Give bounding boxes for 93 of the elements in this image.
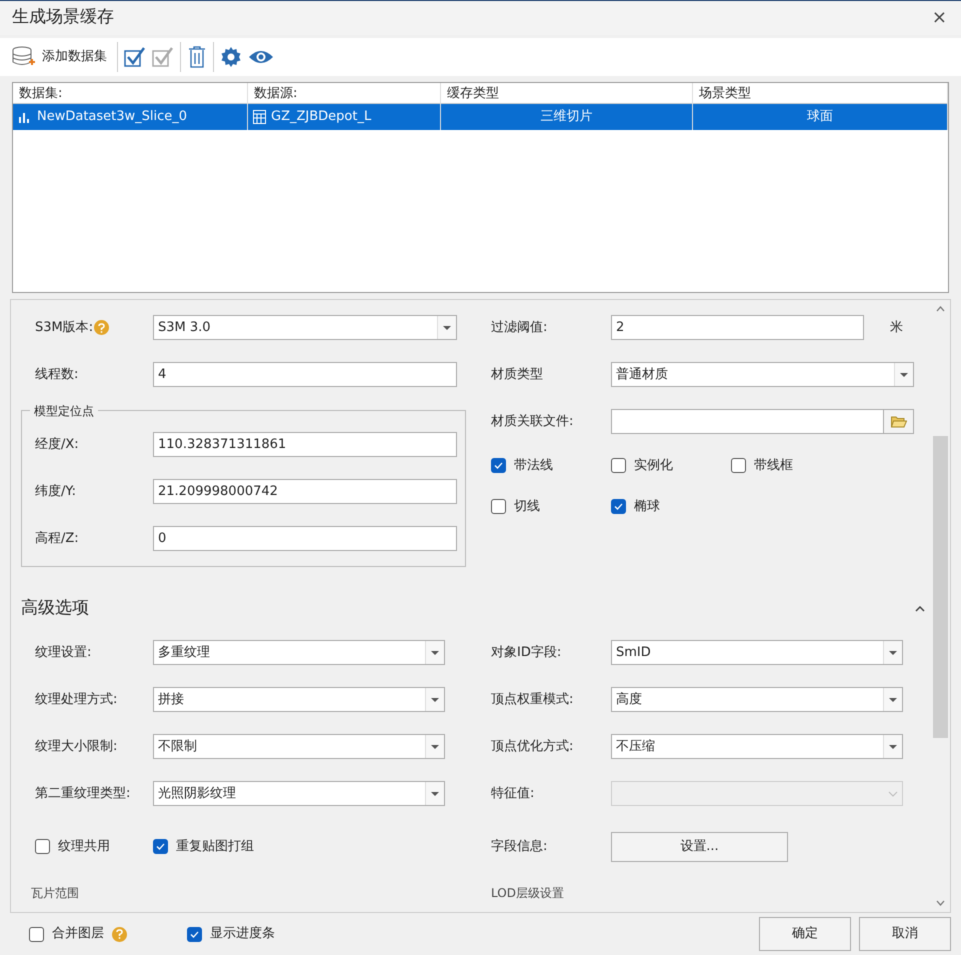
text-field[interactable]: 0 [153,526,457,551]
checkbox-label: 带法线 [514,456,553,475]
settings-button[interactable]: 设置... [611,832,788,862]
chevron-up-icon[interactable] [915,606,925,612]
checkbox[interactable] [611,458,626,473]
checkbox-label: 实例化 [634,456,673,475]
field-label: 过滤阈值: [491,318,548,337]
table-cell-text: GZ_ZJBDepot_L [271,108,372,126]
checkbox[interactable] [611,499,626,514]
field-label: 对象ID字段: [491,644,562,662]
select-all-icon[interactable] [124,46,146,68]
ok-button[interactable]: 确定 [759,917,851,951]
table-cell-text: NewDataset3w_Slice_0 [37,108,188,126]
caret-down-icon [900,372,908,376]
eye-icon[interactable] [248,49,274,65]
checkbox[interactable] [29,926,44,942]
add-dataset-button[interactable]: 添加数据集 [12,45,111,69]
checkbox-label: 带线框 [754,456,793,475]
dropdown[interactable]: 拼接 [153,687,445,712]
checkbox[interactable] [491,458,506,473]
caret-down-icon [889,698,897,702]
checkbox-label: 合并图层 [52,925,104,944]
dropdown[interactable]: 普通材质 [611,362,914,387]
section-heading: 高级选项 [21,597,89,620]
checkbox[interactable] [491,499,506,514]
chevron-down-icon [888,790,898,796]
dropdown[interactable]: S3M 3.0 [153,315,457,340]
checkbox[interactable] [187,926,202,942]
dropdown[interactable]: SmID [611,640,903,665]
check-icon [494,462,503,469]
field-label: 高程/Z: [35,530,79,548]
text-field[interactable]: 2 [611,315,864,340]
field-label: 经度/X: [35,436,79,454]
folder-icon [890,415,906,428]
text-field[interactable]: 21.209998000742 [153,479,457,504]
field-label: 字段信息: [491,838,548,856]
cancel-button[interactable]: 取消 [859,917,951,951]
settings-icon[interactable] [220,46,242,68]
section-heading: LOD层级设置 [491,885,564,902]
text-field[interactable]: 110.328371311861 [153,432,457,457]
checkbox-label: 重复贴图打组 [176,838,254,856]
scroll-down-icon[interactable] [936,900,945,906]
checkbox-icon[interactable] [152,46,174,68]
field-label: 第二重纹理类型: [35,784,130,803]
table-row[interactable]: NewDataset3w_Slice_0 GZ_ZJBDepot_L 三维切片 球面 [13,104,948,130]
checkbox-label: 纹理共用 [58,838,110,856]
caret-down-icon [431,650,439,654]
field-label: 纬度/Y: [35,482,76,501]
scrollbar-thumb[interactable] [933,436,948,738]
table-cell-text: 球面 [807,108,833,126]
check-icon [156,843,165,850]
field-label: 顶点权重模式: [491,690,574,709]
dropdown[interactable]: 光照阴影纹理 [153,781,445,806]
field-label: 纹理大小限制: [35,738,118,756]
group-title: 模型定位点 [30,402,98,420]
field-label: 材质类型 [491,366,543,384]
dropdown[interactable]: 高度 [611,687,903,712]
close-button[interactable]: × [932,9,947,27]
checkbox-label: 切线 [514,498,540,516]
unit-label: 米 [890,318,903,337]
field-label: S3M版本: [35,318,94,337]
scroll-up-icon[interactable] [936,306,945,312]
bar-chart-icon [18,111,32,123]
dropdown[interactable]: 多重纹理 [153,640,445,665]
file-path-field[interactable] [611,409,884,434]
trash-icon[interactable] [187,46,207,68]
field-label: 特征值: [491,784,534,803]
checkbox[interactable] [731,458,746,473]
caret-down-icon [431,744,439,748]
check-icon [614,503,623,510]
dropdown[interactable]: 不压缩 [611,734,903,759]
dropdown[interactable]: 不限制 [153,734,445,759]
checkbox-label: 椭球 [634,498,660,516]
field-label: 顶点优化方式: [491,738,574,756]
caret-down-icon [889,744,897,748]
caret-down-icon [443,326,451,330]
checkbox[interactable] [153,839,168,854]
field-label: 材质关联文件: [491,412,574,431]
database-grid-icon [253,110,266,124]
field-label: 纹理处理方式: [35,690,118,709]
caret-down-icon [431,698,439,702]
field-label: 纹理设置: [35,644,92,662]
checkbox-label: 显示进度条 [210,925,275,944]
checkbox[interactable] [35,839,50,854]
check-icon [190,930,199,938]
table-cell-text: 三维切片 [540,108,592,126]
browse-button[interactable] [884,409,914,434]
section-heading: 瓦片范围 [30,885,80,902]
caret-down-icon [889,650,897,654]
field-label: 线程数: [35,366,78,384]
caret-down-icon [431,792,439,796]
window-title: 生成场景缓存 [12,6,114,30]
text-field[interactable]: 4 [153,362,457,387]
